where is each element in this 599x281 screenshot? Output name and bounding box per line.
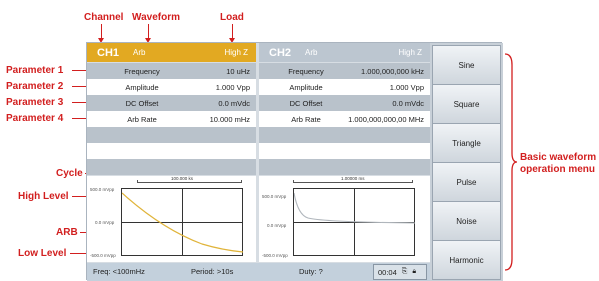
- ch2-empty-row: [259, 127, 430, 143]
- menu-square-button[interactable]: Square: [432, 84, 501, 124]
- ch1-param-row[interactable]: Arb Rate 10.000 mHz: [87, 111, 256, 127]
- annotation-load: Load: [220, 12, 244, 23]
- ch1-cycle-label: 100.000 ks: [171, 176, 194, 181]
- annotation-waveform: Waveform: [132, 12, 180, 23]
- annotation-parameter-4-line: [72, 118, 86, 119]
- ch2-param-value: 1.000,000,000 kHz: [361, 66, 424, 76]
- ch1-param-value: 1.000 Vpp: [215, 82, 250, 92]
- ch2-empty-row: [259, 159, 430, 175]
- ch2-waveform-graph: 1.00000 ms 500.0 mVpp 0.0 mVpp -500.0 mV…: [259, 176, 430, 262]
- ch1-param-value: 10 uHz: [226, 66, 250, 76]
- annotation-high-level: High Level: [18, 191, 69, 202]
- status-time-box: 00:04 ⎘ 🔒︎: [373, 264, 427, 280]
- ch1-empty-row: [87, 159, 256, 175]
- annotation-parameter-2-line: [72, 86, 86, 87]
- ch1-param-label: Amplitude: [125, 82, 159, 92]
- ch2-param-row[interactable]: Frequency 1.000,000,000 kHz: [259, 63, 430, 79]
- status-duty: Duty: ?: [299, 267, 323, 276]
- ch1-header[interactable]: CH1 Arb High Z: [87, 43, 256, 62]
- ch2-param-label: Amplitude: [289, 82, 323, 92]
- annotation-channel: Channel: [84, 12, 124, 23]
- ch2-arb-curve: [294, 192, 416, 224]
- ch2-mid-level-label: 0.0 mVpp: [267, 223, 287, 228]
- ch2-param-label: Arb Rate: [291, 114, 321, 124]
- lock-icon: 🔒︎: [412, 268, 417, 275]
- ch1-param-label: DC Offset: [125, 98, 159, 108]
- ch1-empty-row: [87, 127, 256, 143]
- ch2-param-value: 0.0 mVdc: [392, 98, 424, 108]
- annotation-low-level: Low Level: [18, 248, 67, 259]
- ch2-load: High Z: [398, 48, 422, 57]
- ch2-empty-row: [259, 143, 430, 159]
- ch2-high-level-label: 500.0 mVpp: [262, 194, 287, 199]
- ch1-param-value: 0.0 mVdc: [218, 98, 250, 108]
- menu-triangle-button[interactable]: Triangle: [432, 123, 501, 163]
- annotation-cycle: Cycle: [56, 168, 83, 179]
- annotation-parameter-3: Parameter 3: [6, 97, 64, 108]
- generator-screen: CH1 Arb High Z CH2 Arb High Z Frequency …: [86, 42, 503, 281]
- annotation-menu-line1: Basic waveform: [520, 152, 597, 163]
- annotation-arb: ARB: [56, 227, 78, 238]
- ch2-param-value: 1.000 Vpp: [389, 82, 424, 92]
- annotation-waveform-line: [148, 24, 149, 38]
- ch2-name: CH2: [269, 46, 292, 59]
- annotation-parameter-2: Parameter 2: [6, 81, 64, 92]
- ch2-header[interactable]: CH2 Arb High Z: [259, 43, 430, 62]
- waveform-menu: Sine Square Triangle Pulse Noise Harmoni…: [430, 43, 503, 281]
- annotation-channel-line: [101, 24, 102, 38]
- ch1-empty-row: [87, 143, 256, 159]
- menu-sine-button[interactable]: Sine: [432, 45, 501, 85]
- ch1-param-row[interactable]: Amplitude 1.000 Vpp: [87, 79, 256, 95]
- ch1-param-value: 10.000 mHz: [209, 114, 250, 124]
- status-time: 00:04: [378, 267, 397, 277]
- ch1-arb-curve: [122, 192, 244, 253]
- annotation-parameter-4: Parameter 4: [6, 113, 64, 124]
- status-period: Period: >10s: [191, 267, 234, 276]
- ch1-waveform-graph: 100.000 ks 500.0 mVpp 0.0 mVpp -500.0 mV…: [87, 176, 256, 262]
- ch1-mid-level-label: 0.0 mVpp: [95, 220, 115, 225]
- ch1-waveform: Arb: [133, 48, 146, 57]
- ch2-waveform: Arb: [305, 48, 318, 57]
- annotation-parameter-3-line: [72, 102, 86, 103]
- menu-pulse-button[interactable]: Pulse: [432, 162, 501, 202]
- ch2-cycle-label: 1.00000 ms: [341, 176, 365, 181]
- annotation-menu-line2: operation menu: [520, 164, 596, 175]
- ch1-load: High Z: [224, 48, 248, 57]
- ch2-param-row[interactable]: Arb Rate 1.000,000,000,00 MHz: [259, 111, 430, 127]
- ch1-param-label: Arb Rate: [127, 114, 157, 124]
- ch2-param-row[interactable]: DC Offset 0.0 mVdc: [259, 95, 430, 111]
- menu-noise-button[interactable]: Noise: [432, 201, 501, 241]
- ch1-param-row[interactable]: DC Offset 0.0 mVdc: [87, 95, 256, 111]
- ch1-name: CH1: [97, 46, 120, 59]
- annotation-parameter-1-line: [72, 70, 86, 71]
- status-bar: Freq: <100mHz Period: >10s Duty: ? 00:04…: [87, 263, 430, 281]
- ch1-param-label: Frequency: [124, 66, 160, 76]
- annotation-parameter-1: Parameter 1: [6, 65, 64, 76]
- ch2-plot-area: [293, 188, 416, 256]
- ch2-param-row[interactable]: Amplitude 1.000 Vpp: [259, 79, 430, 95]
- ch1-param-row[interactable]: Frequency 10 uHz: [87, 63, 256, 79]
- annotation-load-line: [232, 24, 233, 38]
- status-freq: Freq: <100mHz: [93, 267, 145, 276]
- ch1-high-level-label: 500.0 mVpp: [90, 187, 115, 192]
- usb-icon: ⎘: [401, 268, 408, 275]
- menu-harmonic-button[interactable]: Harmonic: [432, 240, 501, 280]
- ch1-low-level-label: -500.0 mVpp: [90, 253, 116, 258]
- ch2-param-value: 1.000,000,000,00 MHz: [348, 114, 424, 124]
- ch1-plot-area: [121, 188, 244, 256]
- annotated-screenshot: Channel Waveform Load Parameter 1 Parame…: [0, 0, 599, 281]
- ch2-param-label: DC Offset: [289, 98, 323, 108]
- menu-brace: [504, 53, 518, 271]
- ch2-param-label: Frequency: [288, 66, 324, 76]
- ch2-low-level-label: -500.0 mVpp: [262, 253, 288, 258]
